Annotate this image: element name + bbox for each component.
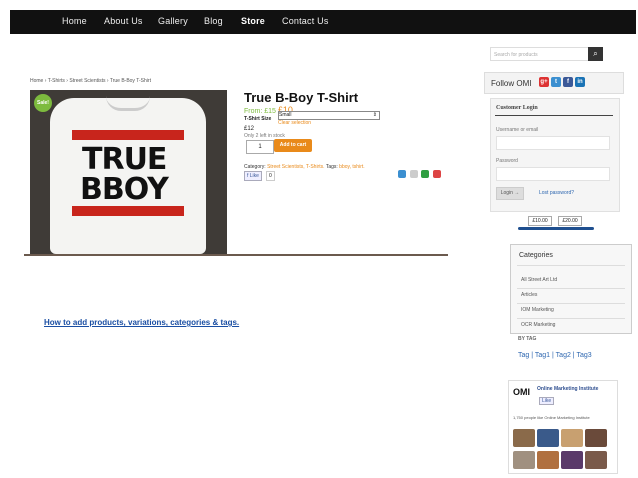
twitter-icon[interactable]: t: [551, 77, 561, 87]
variation-price: £12: [244, 126, 255, 132]
fan-avatar[interactable]: [585, 429, 607, 447]
nav-about-us[interactable]: About Us: [104, 16, 143, 26]
nav-contact-us[interactable]: Contact Us: [282, 16, 329, 26]
category-links[interactable]: Street Scientists, T-Shirts.: [267, 164, 324, 170]
price-max[interactable]: £20.00: [558, 216, 582, 226]
quantity-input[interactable]: 1: [246, 140, 274, 154]
divider: [517, 288, 625, 289]
login-title: Customer Login: [496, 105, 538, 111]
shirt-print-line2: BBOY: [80, 172, 169, 207]
username-label: Username or email: [496, 127, 539, 133]
fan-avatar[interactable]: [513, 429, 535, 447]
by-tag-title: BY TAG: [518, 336, 537, 342]
red-stripe-bottom: [72, 206, 184, 216]
divider: [517, 265, 625, 266]
fan-avatar[interactable]: [513, 451, 535, 469]
product-panel: Home › T-Shirts › Street Scientists › Tr…: [24, 72, 448, 256]
nav-gallery[interactable]: Gallery: [158, 16, 188, 26]
lost-password-link[interactable]: Lost password?: [539, 190, 574, 196]
share-count-icon: [409, 170, 418, 178]
search-icon[interactable]: ⌕: [588, 47, 603, 61]
facebook-icon: f: [247, 173, 249, 179]
product-title: True B-Boy T-Shirt: [244, 90, 359, 105]
select-arrows-icon: ⇕: [372, 112, 377, 118]
follow-widget: Follow OMI g+ t f in: [484, 72, 624, 94]
share-icons: [398, 170, 443, 180]
divider: [517, 303, 625, 304]
tag-links[interactable]: bboy, tshirt.: [339, 164, 364, 170]
top-nav: Home About Us Gallery Blog Store Contact…: [10, 10, 636, 34]
twitter-icon[interactable]: [398, 170, 406, 178]
omi-logo: OMI: [513, 387, 535, 403]
like-count: 0: [266, 171, 275, 181]
email-icon[interactable]: [421, 170, 430, 178]
breadcrumb[interactable]: Home › T-Shirts › Street Scientists › Tr…: [30, 78, 151, 84]
product-meta: Category: Street Scientists, T-Shirts. T…: [244, 164, 365, 170]
facebook-page-widget: OMI Online Marketing Institute Like 1,75…: [508, 380, 618, 474]
categories-title: Categories: [519, 252, 553, 259]
username-field[interactable]: [496, 136, 610, 150]
divider: [517, 318, 625, 319]
howto-link[interactable]: How to add products, variations, categor…: [44, 318, 239, 327]
red-stripe-top: [72, 130, 184, 140]
linkedin-icon[interactable]: in: [575, 77, 585, 87]
like-label: Like: [249, 173, 259, 179]
price-min[interactable]: £10.00: [528, 216, 552, 226]
fan-faces-grid: [513, 429, 609, 471]
password-label: Password: [496, 158, 518, 164]
fan-avatar[interactable]: [537, 429, 559, 447]
tag-list: Tag | Tag1 | Tag2 | Tag3: [518, 352, 592, 359]
nav-home[interactable]: Home: [62, 16, 87, 26]
tags-prefix: Tags:: [325, 164, 338, 170]
category-item[interactable]: OCR Marketing: [521, 322, 555, 328]
price-slider[interactable]: [518, 227, 594, 230]
size-label: T-Shirt Size: [244, 116, 272, 122]
tag-link[interactable]: Tag3: [576, 352, 591, 359]
tag-link[interactable]: Tag1: [535, 352, 550, 359]
google-plus-icon[interactable]: [433, 170, 442, 178]
sale-badge: Sale!: [34, 94, 52, 112]
fan-avatar[interactable]: [537, 451, 559, 469]
product-image[interactable]: TRUE BBOY: [30, 90, 227, 254]
password-field[interactable]: [496, 167, 610, 181]
omi-page-name[interactable]: Online Marketing Institute: [537, 386, 598, 392]
omi-like-button[interactable]: Like: [539, 397, 555, 405]
price-prefix: From: £15: [244, 108, 276, 115]
size-selected-value: Small: [279, 112, 292, 118]
nav-blog[interactable]: Blog: [204, 16, 223, 26]
omi-people-count: 1,750 people like Online Marketing Insti…: [513, 415, 590, 420]
fan-avatar[interactable]: [561, 451, 583, 469]
category-item[interactable]: IOM Marketing: [521, 307, 554, 313]
divider: [495, 115, 613, 116]
category-item[interactable]: Articles: [521, 292, 537, 298]
follow-label: Follow OMI: [491, 79, 532, 88]
category-item[interactable]: All Street Art Ltd: [521, 277, 557, 283]
fan-avatar[interactable]: [585, 451, 607, 469]
tag-link[interactable]: Tag2: [556, 352, 571, 359]
facebook-icon[interactable]: f: [563, 77, 573, 87]
tag-link[interactable]: Tag: [518, 352, 529, 359]
fan-avatar[interactable]: [561, 429, 583, 447]
google-plus-icon[interactable]: g+: [539, 77, 549, 87]
clear-selection-link[interactable]: Clear selection: [278, 120, 311, 126]
category-prefix: Category:: [244, 164, 266, 170]
nav-store[interactable]: Store: [241, 16, 265, 26]
add-to-cart-button[interactable]: Add to cart: [274, 139, 312, 152]
facebook-like-button[interactable]: f Like: [244, 171, 262, 181]
customer-login-widget: Customer Login Username or email Passwor…: [490, 98, 620, 212]
search-input[interactable]: Search for products: [490, 47, 590, 61]
login-button[interactable]: Login →: [496, 187, 524, 200]
size-select[interactable]: Small ⇕: [278, 111, 380, 120]
categories-widget: Categories All Street Art Ltd Articles I…: [510, 244, 632, 334]
